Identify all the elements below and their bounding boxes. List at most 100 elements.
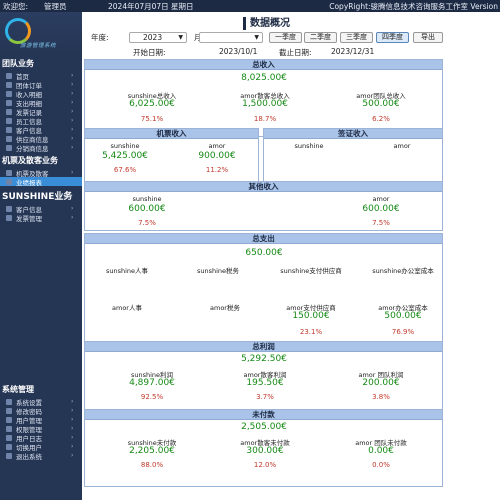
section-ticket[interactable]: 机票及散客业务: [0, 153, 82, 168]
chevron-right-icon: ›: [71, 398, 74, 405]
nav-logout[interactable]: 退出系统 ›: [0, 451, 82, 461]
chevron-right-icon: ›: [71, 117, 74, 124]
gear-icon: [6, 398, 12, 405]
user-role: 管理员: [44, 1, 67, 11]
item-percent: 7.5%: [372, 219, 390, 227]
item-value: 1,500.00€: [242, 99, 288, 109]
users-icon: [6, 416, 12, 423]
item-value: 195.50€: [246, 378, 284, 388]
log-icon: [6, 434, 12, 441]
end-date-value: 2023/12/31: [331, 47, 375, 56]
total-income-panel: 总收入 8,025.00€ sunshine总收入 6,025.00€ 75.1…: [84, 59, 443, 137]
section-sunshine[interactable]: SUNSHINE业务: [0, 187, 82, 204]
item-label: amor: [393, 142, 411, 150]
item-label: amor税务: [210, 304, 240, 312]
quarter-4-button[interactable]: 四季度: [376, 32, 409, 43]
nav-sunshine-invoices[interactable]: 发票管理 ›: [0, 213, 82, 223]
item-value: 150.00€: [292, 311, 330, 321]
panel-title: 总支出: [85, 234, 442, 244]
orders-icon: [6, 81, 12, 88]
item-value: 5,425.00€: [102, 151, 148, 161]
total-profit-value: 5,292.50€: [241, 354, 287, 364]
item-percent: 76.9%: [391, 328, 415, 336]
item-label: sunshine: [294, 142, 324, 150]
item-value: 4,897.00€: [129, 378, 175, 388]
chevron-right-icon: ›: [71, 169, 74, 176]
home-icon: [6, 72, 12, 79]
panel-title: 总利润: [85, 342, 442, 352]
welcome-label: 欢迎您:: [3, 1, 29, 11]
chevron-right-icon: ›: [71, 416, 74, 423]
item-value: 600.00€: [128, 204, 166, 214]
quarter-1-button[interactable]: 一季度: [269, 32, 302, 43]
nav-distributor-info[interactable]: 分销商信息 ›: [0, 143, 82, 153]
chevron-right-icon: ›: [71, 108, 74, 115]
item-label: amor: [208, 142, 226, 150]
customer-icon: [6, 126, 12, 133]
switch-user-icon: [6, 443, 12, 450]
panel-title: 签证收入: [264, 129, 442, 139]
chevron-right-icon: ›: [71, 99, 74, 106]
total-income-value: 8,025.00€: [241, 73, 287, 83]
item-percent: 0.0%: [372, 461, 390, 469]
total-expense-value: 650.00€: [245, 248, 283, 258]
section-team[interactable]: 团队业务: [0, 56, 82, 71]
chevron-right-icon: ›: [71, 135, 74, 142]
panel-title: 总收入: [85, 60, 442, 70]
chevron-down-icon: ▼: [178, 34, 183, 41]
page-title: 数据概况: [243, 17, 290, 30]
nav-performance-report[interactable]: 业绩报表: [0, 177, 82, 187]
total-profit-panel: 总利润 5,292.50€ sunshine利润 4,897.00€ 92.5%…: [84, 341, 443, 419]
ticket-icon: [6, 169, 12, 176]
panel-title: 其他收入: [85, 182, 442, 192]
invoice-icon: [6, 108, 12, 115]
start-date-label: 开始日期:: [133, 48, 166, 57]
income-icon: [6, 90, 12, 97]
invoice-icon: [6, 214, 12, 221]
item-percent: 3.8%: [372, 393, 390, 401]
item-value: 2,205.00€: [129, 446, 175, 456]
supplier-icon: [6, 135, 12, 142]
logo: 旅游管理系统: [0, 12, 82, 55]
chevron-right-icon: ›: [71, 434, 74, 441]
top-bar: 欢迎您: 管理员 2024年07月07日 星期日 CopyRight:骏腾信息技…: [0, 0, 500, 12]
item-percent: 88.0%: [140, 461, 164, 469]
report-icon: [6, 178, 12, 185]
unpaid-total-value: 2,505.00€: [241, 422, 287, 432]
chevron-right-icon: ›: [71, 214, 74, 221]
key-icon: [6, 407, 12, 414]
item-percent: 3.7%: [256, 393, 274, 401]
item-value: 600.00€: [362, 204, 400, 214]
quarter-2-button[interactable]: 二季度: [304, 32, 337, 43]
export-button[interactable]: 导出: [413, 32, 443, 43]
chevron-right-icon: ›: [71, 72, 74, 79]
chevron-right-icon: ›: [71, 81, 74, 88]
item-value: 900.00€: [198, 151, 236, 161]
staff-icon: [6, 117, 12, 124]
customer-icon: [6, 205, 12, 212]
quarter-3-button[interactable]: 三季度: [340, 32, 373, 43]
item-label: sunshine支付供应商: [280, 267, 342, 275]
chevron-right-icon: ›: [71, 452, 74, 459]
item-value: 300.00€: [246, 446, 284, 456]
chevron-right-icon: ›: [71, 126, 74, 133]
current-date: 2024年07月07日 星期日: [108, 1, 194, 11]
lock-icon: [6, 425, 12, 432]
panel-title: 机票收入: [85, 129, 258, 139]
logout-icon: [6, 452, 12, 459]
chevron-right-icon: ›: [71, 205, 74, 212]
item-percent: 67.6%: [113, 166, 137, 174]
year-select[interactable]: 2023 ▼: [129, 32, 187, 43]
month-select[interactable]: ▼: [199, 32, 263, 43]
section-system[interactable]: 系统管理: [0, 382, 82, 397]
main-content: 数据概况 年度: 2023 ▼ 月度: ▼ 一季度 二季度 三季度 四季度 导出…: [83, 12, 500, 500]
item-percent: 6.2%: [372, 115, 390, 123]
item-label: sunshine办公室成本: [372, 267, 434, 275]
item-value: 500.00€: [362, 99, 400, 109]
total-expense-panel: 总支出 650.00€ sunshine人事 sunshine税务 sunshi…: [84, 233, 443, 353]
copyright-text: CopyRight:骏腾信息技术咨询服务工作室 Version: [329, 1, 498, 11]
expense-icon: [6, 99, 12, 106]
item-value: 6,025.00€: [129, 99, 175, 109]
year-label: 年度:: [91, 33, 109, 42]
